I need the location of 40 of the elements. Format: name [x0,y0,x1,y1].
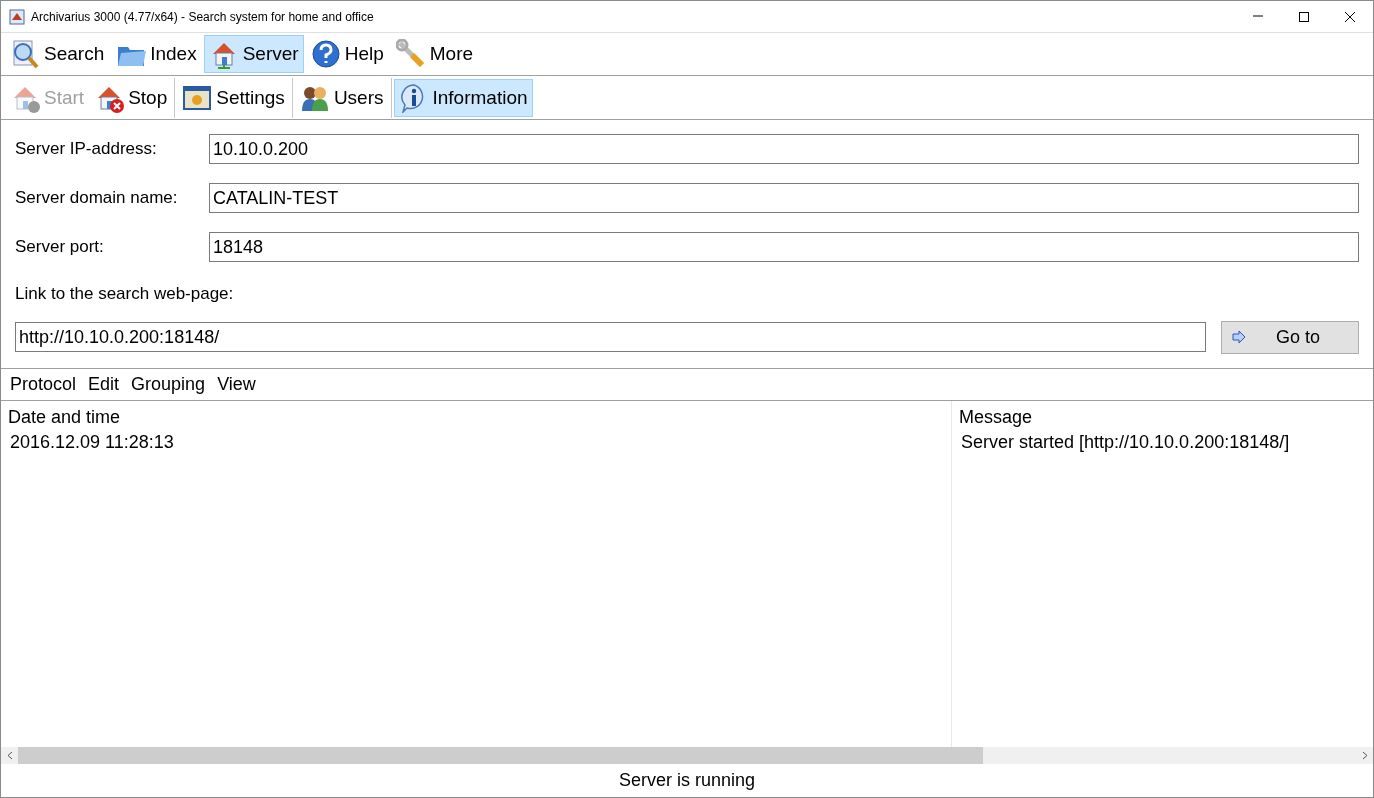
go-to-button[interactable]: Go to [1221,320,1359,354]
menu-item[interactable]: View [217,370,256,398]
toolbar-button[interactable]: Settings [177,79,290,117]
input-field[interactable]: 10.10.0.200 [209,134,1359,164]
field-label: Link to the search web-page: [15,283,235,305]
window-title: Archivarius 3000 (4.77/x64) - Search system for home and office [31,8,375,26]
field-label: Server IP-address: [15,138,158,161]
arrow-right-icon [1232,330,1246,344]
chevron-left-icon [6,751,13,760]
horizontal-scrollbar[interactable] [1,747,1373,764]
toolbar-button[interactable]: Information [393,79,533,117]
window-gear-icon [182,83,213,113]
app-icon [9,8,25,25]
close-icon [1344,10,1356,23]
magnifier-document-icon [10,39,40,69]
maximize-icon [1298,10,1310,23]
wrench-icon [395,39,426,69]
table-cell-text: Server started [http://10.10.0.200:18148/] [960,430,1291,454]
column-header[interactable]: Message [952,400,1373,427]
table-cell-text: 2016.12.09 11:28:13 [9,430,175,454]
field-label: Server domain name: [15,187,179,210]
chevron-right-icon [1361,751,1368,760]
field-label: Server port: [15,236,105,259]
column-header[interactable]: Date and time [1,400,951,427]
input-field[interactable]: CATALIN-TEST [209,183,1359,213]
toolbar-button[interactable]: Users [294,79,389,117]
menu-item[interactable]: Edit [88,370,120,398]
toolbar-button[interactable]: Stop [89,79,173,117]
toolbar-tab[interactable]: Server [203,35,304,73]
help-icon [310,39,341,69]
menu-item[interactable]: Protocol [10,370,77,398]
url-field[interactable]: http://10.10.0.200:18148/ [15,322,1206,352]
scrollbar-thumb[interactable] [18,747,983,764]
input-field[interactable]: 18148 [209,232,1359,262]
toolbar-tab[interactable]: Search [5,35,110,73]
toolbar-tab[interactable]: Help [305,35,389,73]
menu-item[interactable]: Grouping [131,370,206,398]
toolbar-tab[interactable]: Index [111,35,202,73]
status-text: Server is running [617,769,757,792]
toolbar-tab[interactable]: More [390,35,479,73]
